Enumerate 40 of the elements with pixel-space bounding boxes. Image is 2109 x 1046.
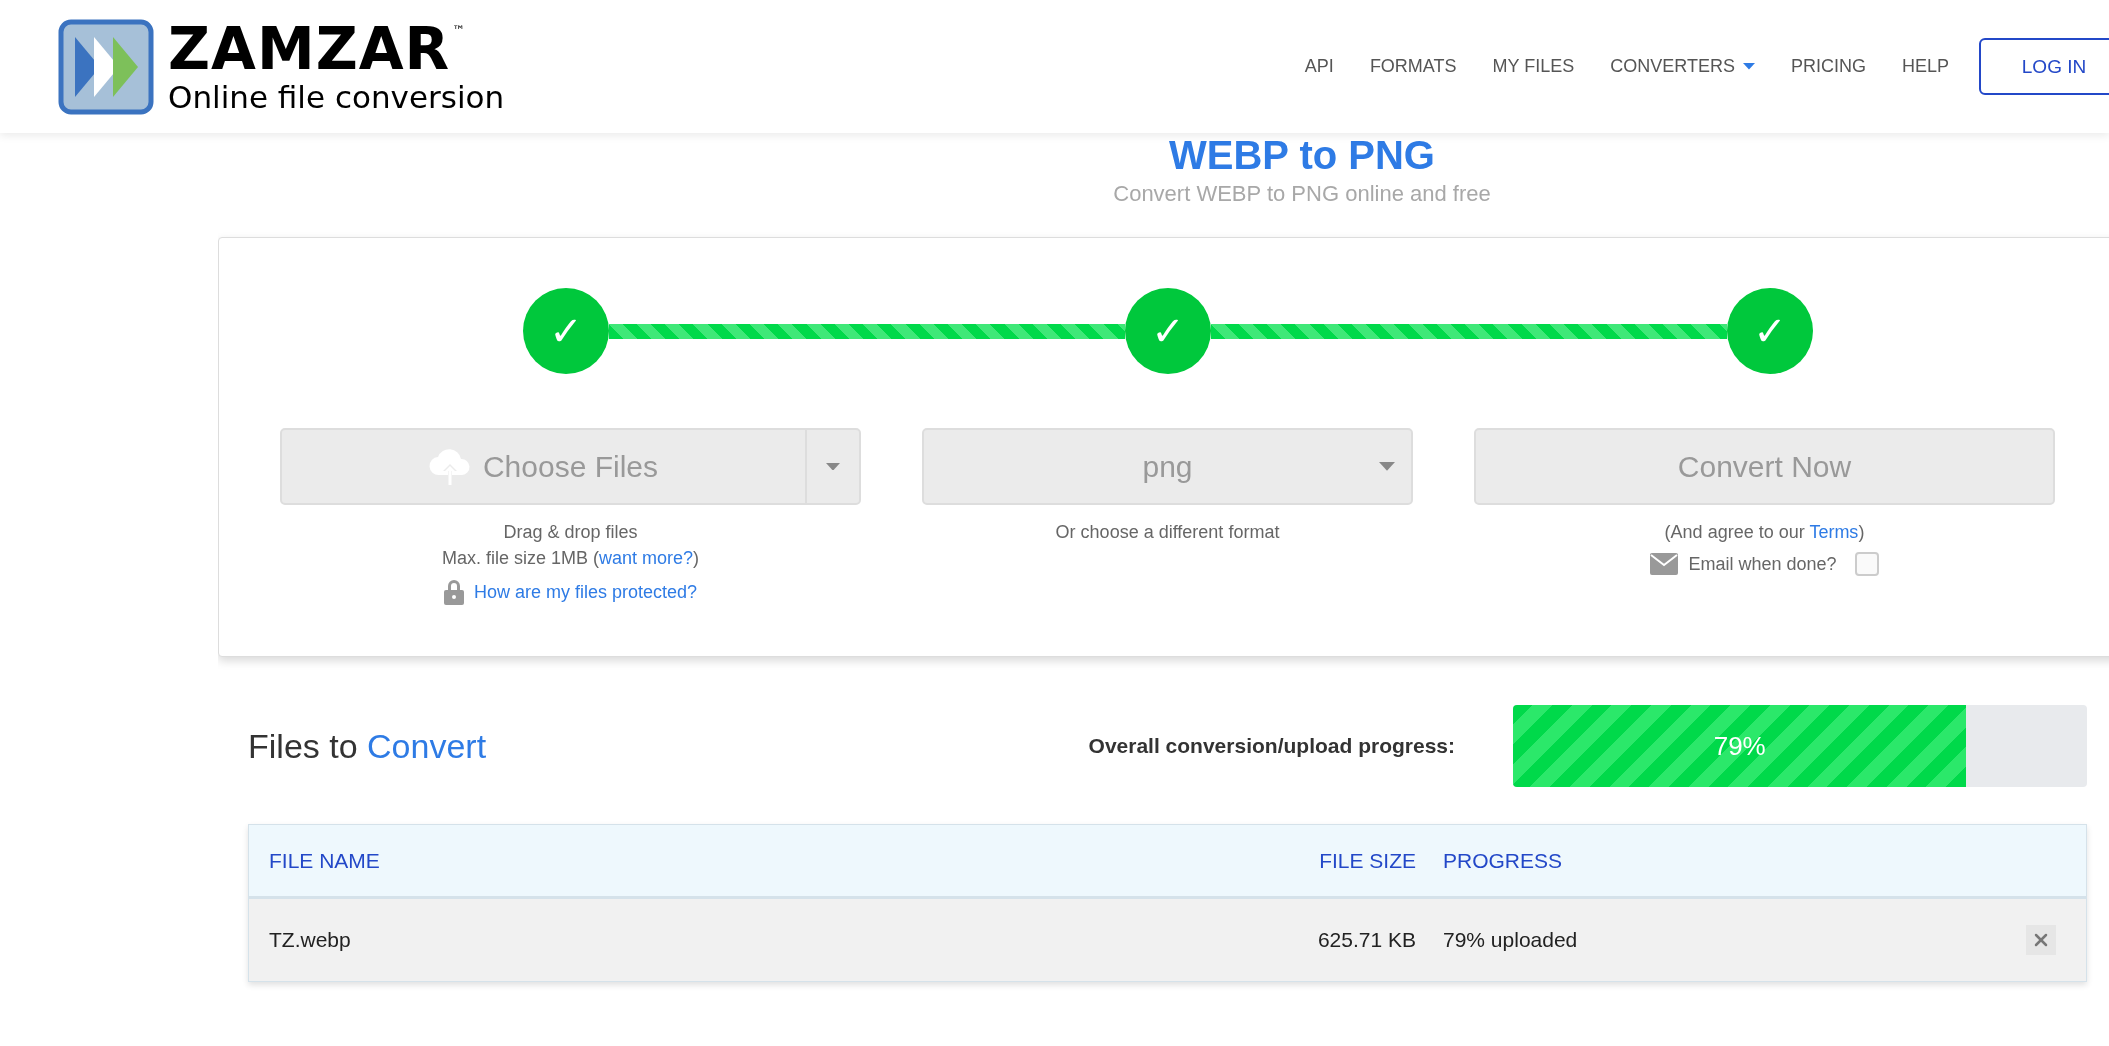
logo-icon xyxy=(58,18,154,115)
protection-link[interactable]: How are my files protected? xyxy=(473,581,698,603)
email-checkbox[interactable] xyxy=(1854,552,1879,576)
step-circle: ✓ xyxy=(523,288,609,374)
step-circle: ✓ xyxy=(1727,288,1813,374)
nav-link[interactable]: PRICING xyxy=(1772,56,1884,77)
email-label: Email when done? xyxy=(1688,553,1837,576)
table-cell-text: TZ.webp xyxy=(269,928,352,952)
trademark: ™ xyxy=(452,22,466,38)
page-subtitle: Convert WEBP to PNG online and free xyxy=(1113,181,1491,207)
nav-link[interactable]: FORMATS xyxy=(1351,56,1475,77)
tagline: Online file conversion xyxy=(168,78,505,115)
format-hint: Or choose a different format xyxy=(1055,521,1280,544)
caret-icon xyxy=(1379,462,1395,471)
nav-link[interactable]: API xyxy=(1286,56,1352,77)
table-cell-text: 79% uploaded xyxy=(1442,928,1579,952)
login-button[interactable]: LOG IN xyxy=(1979,38,2109,95)
table-cell-text: 625.71 KB xyxy=(1316,928,1416,952)
want-more-link[interactable]: want more? xyxy=(599,548,694,568)
file-size-hint: Max. file size 1MB (want more?) xyxy=(441,547,700,570)
terms-text: (And agree to our Terms) xyxy=(1664,521,1865,544)
terms-link[interactable]: Terms xyxy=(1809,522,1859,542)
brand-name: ZAMZAR xyxy=(168,18,451,79)
drag-drop-hint: Drag & drop files xyxy=(503,521,638,544)
envelope-icon xyxy=(1650,553,1679,575)
nav-link[interactable]: MY FILES xyxy=(1474,56,1593,77)
page-title: WEBP to PNG xyxy=(1169,133,1435,177)
nav-link[interactable]: HELP xyxy=(1883,56,1967,77)
step-circle: ✓ xyxy=(1125,288,1211,374)
column-header: PROGRESS xyxy=(1442,848,1564,873)
close-button[interactable] xyxy=(2026,925,2056,955)
lock-icon xyxy=(443,579,464,605)
caret-icon xyxy=(1742,63,1755,70)
progress-label: Overall conversion/upload progress: xyxy=(1088,734,1455,758)
column-header: FILE SIZE xyxy=(1318,848,1416,873)
nav-link[interactable]: CONVERTERS xyxy=(1592,56,1773,77)
section-title: Files to Convert xyxy=(248,726,488,766)
column-header: FILE NAME xyxy=(269,848,381,873)
caret-icon xyxy=(826,462,840,471)
progress-reading: 79% xyxy=(1713,730,1766,762)
